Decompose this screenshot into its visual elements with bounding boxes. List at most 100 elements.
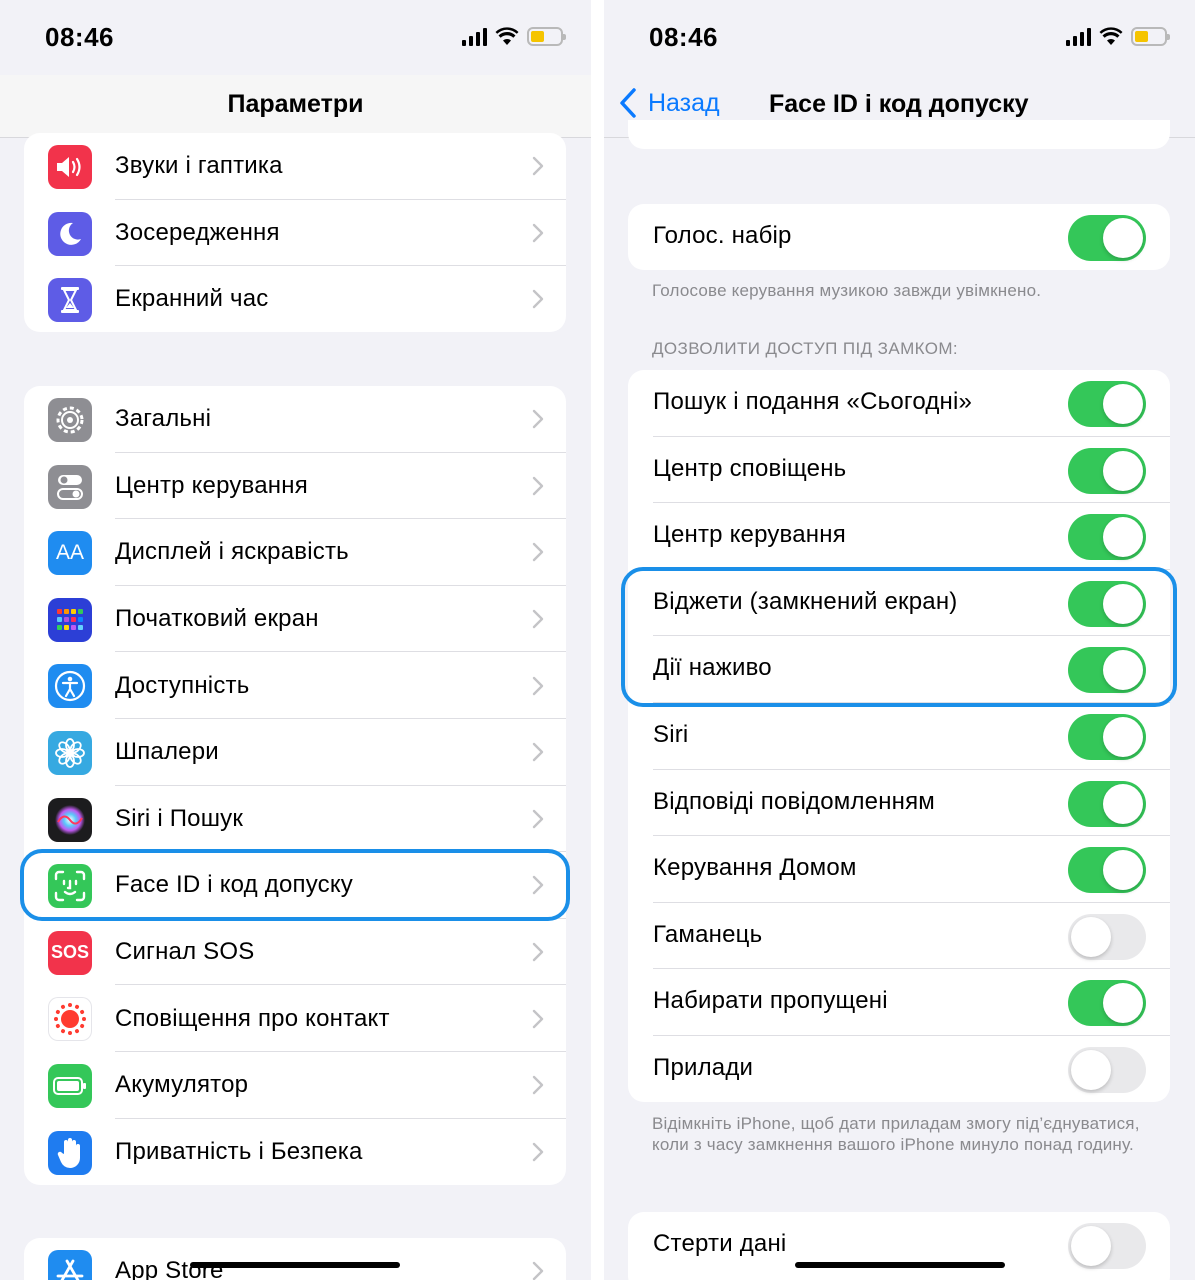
lock-access-toggle[interactable] [1068,447,1146,494]
lock-access-row: Відповіді повідомленням [628,770,1170,837]
settings-row[interactable]: AA Дисплей і яскравість [24,519,566,586]
battery-status-icon [1131,27,1170,46]
back-label: Назад [648,88,720,117]
settings-row-label: Екранний час [115,285,269,313]
lock-access-toggle[interactable] [1068,713,1146,760]
settings-row-label: Сповіщення про контакт [115,1004,390,1032]
settings-row[interactable]: Центр керування [24,453,566,520]
voice-dial-group: Голос. набір [628,204,1170,270]
battery-status-icon [527,27,566,46]
settings-row[interactable]: SOS Сигнал SOS [24,919,566,986]
settings-row-label: Приватність і Безпека [115,1137,363,1165]
chevron-left-icon [620,88,636,118]
hourglass-icon [48,278,92,323]
chevron-right-icon [532,1076,544,1095]
settings-row[interactable]: Екранний час [24,266,566,332]
lock-access-row: Набирати пропущені [628,969,1170,1036]
settings-row-label: Siri і Пошук [115,804,244,832]
lock-access-toggle[interactable] [1068,980,1146,1027]
chevron-right-icon [532,609,544,629]
lock-access-label: Віджети (замкнений екран) [653,587,958,615]
lock-access-row: Віджети (замкнений екран) [628,570,1170,637]
settings-row[interactable]: Початковий екран [24,586,566,653]
nav-bar: Параметри [0,75,591,138]
lock-access-label: Центр сповіщень [653,454,847,482]
siri-icon [48,797,92,842]
lock-access-label: Керування Домом [653,854,857,882]
settings-row[interactable]: Шпалери [24,719,566,786]
settings-row[interactable]: Face ID і код допуску [24,852,566,919]
lock-access-row: Siri [628,703,1170,770]
settings-group-3: App Store [24,1238,566,1280]
settings-row-label: Дисплей і яскравість [115,538,349,566]
flower-icon [48,730,92,775]
chevron-right-icon [532,876,544,895]
home-indicator [795,1262,1005,1268]
chevron-right-icon [532,290,544,309]
lock-access-row: Керування Домом [628,836,1170,903]
wifi-icon [495,27,519,45]
erase-data-toggle[interactable] [1068,1223,1146,1269]
chevron-right-icon [532,410,544,429]
voice-footnote: Голосове керування музикою завжди увімкн… [652,281,1042,300]
settings-row-label: Зосередження [115,218,280,246]
erase-data-label: Стерти дані [653,1230,787,1257]
lock-access-toggle[interactable] [1068,780,1146,827]
hand-icon [48,1130,92,1175]
accessories-footnote: Відімкніть iPhone, щоб дати приладам змо… [652,1114,1140,1154]
settings-screen: 08:46 Параметри Звуки і гаптика Зосередже… [0,0,591,1280]
settings-row-label: Загальні [115,405,212,433]
lock-access-label: Дії наживо [653,654,772,682]
lock-access-toggle[interactable] [1068,913,1146,960]
settings-row[interactable]: Siri і Пошук [24,786,566,853]
lock-access-toggle[interactable] [1068,847,1146,894]
back-button[interactable]: Назад [618,87,720,119]
lock-access-toggle[interactable] [1068,1046,1146,1093]
settings-row[interactable]: Доступність [24,652,566,719]
lock-access-toggle[interactable] [1068,514,1146,561]
lock-access-row: Пошук і подання «Сьогодні» [628,370,1170,437]
settings-row[interactable]: Приватність і Безпека [24,1119,566,1185]
settings-row[interactable]: Звуки і гаптика [24,133,566,200]
settings-row[interactable]: App Store [24,1238,566,1280]
settings-row-label: Акумулятор [115,1071,249,1099]
voice-dial-toggle[interactable] [1068,215,1146,261]
speaker-icon [48,145,92,189]
settings-row[interactable]: Сповіщення про контакт [24,985,566,1052]
lock-access-group: Пошук і подання «Сьогодні» Центр сповіщен… [628,370,1170,1102]
chevron-right-icon [532,1262,544,1280]
battery-icon [48,1063,92,1108]
voice-dial-row: Голос. набір [628,204,1170,270]
status-bar: 08:46 [604,0,1195,75]
settings-row[interactable]: Зосередження [24,200,566,267]
chevron-right-icon [532,1142,544,1162]
status-time: 08:46 [649,22,718,52]
erase-data-row: Стерти дані [628,1212,1170,1279]
lock-access-row: Прилади [628,1036,1170,1102]
settings-row-label: Доступність [115,671,250,699]
wifi-icon [1099,27,1123,45]
settings-row-label: Центр керування [115,471,308,499]
home-grid-icon [48,597,92,642]
chevron-right-icon [532,543,544,562]
erase-data-group: Стерти дані [628,1212,1170,1280]
page-title: Face ID і код допуску [769,90,1029,118]
lock-access-label: Siri [653,720,689,748]
lock-access-toggle[interactable] [1068,580,1146,627]
chevron-right-icon [532,809,544,829]
cellular-signal-icon [462,27,487,46]
chevron-right-icon [532,223,544,243]
face-id-icon [48,864,92,909]
chevron-right-icon [532,676,544,695]
settings-row-label: Face ID і код допуску [115,871,354,899]
lock-access-label: Центр керування [653,521,846,549]
settings-group-2: Загальні Центр керування AA Дисплей і яскра… [24,386,566,1185]
lock-access-toggle[interactable] [1068,647,1146,694]
settings-row[interactable]: Загальні [24,386,566,453]
lock-access-toggle[interactable] [1068,381,1146,427]
text-size-icon: AA [48,531,92,576]
accessibility-icon [48,664,92,709]
lock-access-label: Відповіді повідомленням [653,787,936,815]
settings-row[interactable]: Акумулятор [24,1052,566,1119]
lock-access-label: Пошук і подання «Сьогодні» [653,388,973,415]
